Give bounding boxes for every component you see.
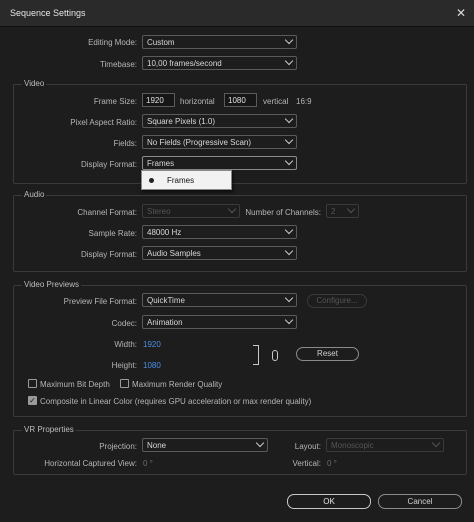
horizontal-captured-value[interactable]: 0 ° <box>143 459 153 468</box>
chevron-down-icon <box>284 315 294 325</box>
codec-value: Animation <box>147 318 183 327</box>
max-render-quality-checkbox[interactable] <box>120 379 129 388</box>
fields-value: No Fields (Progressive Scan) <box>147 138 252 147</box>
preview-width-label: Width: <box>114 340 137 349</box>
video-group-title: Video <box>22 79 47 88</box>
cancel-button[interactable]: Cancel <box>378 494 462 509</box>
chevron-down-icon <box>284 35 294 45</box>
chevron-down-icon <box>284 293 294 303</box>
reset-button[interactable]: Reset <box>296 347 359 361</box>
codec-label: Codec: <box>111 319 137 328</box>
dropdown-option-frames[interactable]: Frames <box>167 176 194 185</box>
chevron-down-icon <box>284 114 294 124</box>
vertical-captured-label: Vertical: <box>292 459 321 468</box>
chevron-down-icon <box>284 246 294 256</box>
preview-file-format-label: Preview File Format: <box>63 297 137 306</box>
layout-select: Monoscopic <box>326 438 444 452</box>
channel-format-label: Channel Format: <box>77 208 137 217</box>
timebase-label: Timebase: <box>99 60 137 69</box>
projection-label: Projection: <box>99 442 137 451</box>
preview-file-format-value: QuickTime <box>147 296 185 305</box>
video-display-format-select[interactable]: Frames <box>142 156 297 170</box>
aspect-ratio-text: 16:9 <box>296 97 312 106</box>
sample-rate-select[interactable]: 48000 Hz <box>142 225 297 239</box>
chevron-down-icon <box>431 438 441 448</box>
ok-button[interactable]: OK <box>287 494 371 509</box>
chevron-down-icon <box>346 204 356 214</box>
chevron-down-icon <box>284 56 294 66</box>
selected-bullet-icon <box>149 178 154 183</box>
projection-select[interactable]: None <box>142 438 268 452</box>
fields-select[interactable]: No Fields (Progressive Scan) <box>142 135 297 149</box>
horizontal-captured-label: Horizontal Captured View: <box>44 459 137 468</box>
frame-width-input[interactable]: 1920 <box>142 93 175 107</box>
sample-rate-value: 48000 Hz <box>147 228 182 237</box>
video-display-format-value: Frames <box>147 159 175 168</box>
vertical-captured-value[interactable]: 0 ° <box>327 459 337 468</box>
channel-format-select: Stereo <box>142 204 240 218</box>
audio-display-format-value: Audio Samples <box>147 249 201 258</box>
fields-label: Fields: <box>113 139 137 148</box>
codec-select[interactable]: Animation <box>142 315 297 329</box>
layout-label: Layout: <box>294 442 321 451</box>
display-format-dropdown-list: Frames <box>141 170 232 190</box>
vertical-label: vertical <box>263 97 289 106</box>
max-bit-depth-checkbox[interactable] <box>28 379 37 388</box>
pixel-aspect-label: Pixel Aspect Ratio: <box>70 118 137 127</box>
editing-mode-value: Custom <box>147 38 175 47</box>
num-channels-select: 2 <box>326 204 359 218</box>
audio-display-format-label: Display Format: <box>80 250 137 259</box>
preview-file-format-select[interactable]: QuickTime <box>142 293 297 307</box>
video-previews-group-title: Video Previews <box>22 280 81 289</box>
chevron-down-icon <box>227 204 237 214</box>
configure-button: Configure... <box>307 294 367 308</box>
timebase-select[interactable]: 10,00 frames/second <box>142 56 297 70</box>
chevron-down-icon <box>284 225 294 235</box>
frame-height-input[interactable]: 1080 <box>224 93 257 107</box>
sample-rate-label: Sample Rate: <box>88 229 137 238</box>
frame-size-label: Frame Size: <box>93 97 137 106</box>
chevron-down-icon <box>284 135 294 145</box>
editing-mode-select[interactable]: Custom <box>142 35 297 49</box>
composite-linear-checkbox[interactable]: ✓ <box>28 396 37 405</box>
pixel-aspect-select[interactable]: Square Pixels (1.0) <box>142 114 297 128</box>
title-bar: Sequence Settings ✕ <box>0 0 474 27</box>
link-bracket-icon <box>253 345 259 365</box>
close-icon[interactable]: ✕ <box>448 0 474 26</box>
vr-properties-group-title: VR Properties <box>22 425 76 434</box>
preview-height-value[interactable]: 1080 <box>143 361 161 370</box>
horizontal-label: horizontal <box>180 97 215 106</box>
preview-width-value[interactable]: 1920 <box>143 340 161 349</box>
channel-format-value: Stereo <box>147 207 171 216</box>
editing-mode-label: Editing Mode: <box>88 38 137 47</box>
audio-group-title: Audio <box>22 190 47 199</box>
chevron-down-icon <box>284 156 294 166</box>
audio-display-format-select[interactable]: Audio Samples <box>142 246 297 260</box>
vr-properties-group <box>13 430 467 475</box>
max-render-quality-label: Maximum Render Quality <box>132 380 223 389</box>
num-channels-label: Number of Channels: <box>245 208 321 217</box>
chain-link-icon[interactable] <box>272 350 278 361</box>
pixel-aspect-value: Square Pixels (1.0) <box>147 117 216 126</box>
preview-height-label: Height: <box>111 361 137 370</box>
projection-value: None <box>147 441 167 450</box>
timebase-value: 10,00 frames/second <box>147 59 222 68</box>
num-channels-value: 2 <box>331 207 336 216</box>
window-title: Sequence Settings <box>10 8 86 18</box>
max-bit-depth-label: Maximum Bit Depth <box>40 380 110 389</box>
composite-linear-label: Composite in Linear Color (requires GPU … <box>40 397 312 406</box>
layout-value: Monoscopic <box>331 441 374 450</box>
video-display-format-label: Display Format: <box>80 160 137 169</box>
